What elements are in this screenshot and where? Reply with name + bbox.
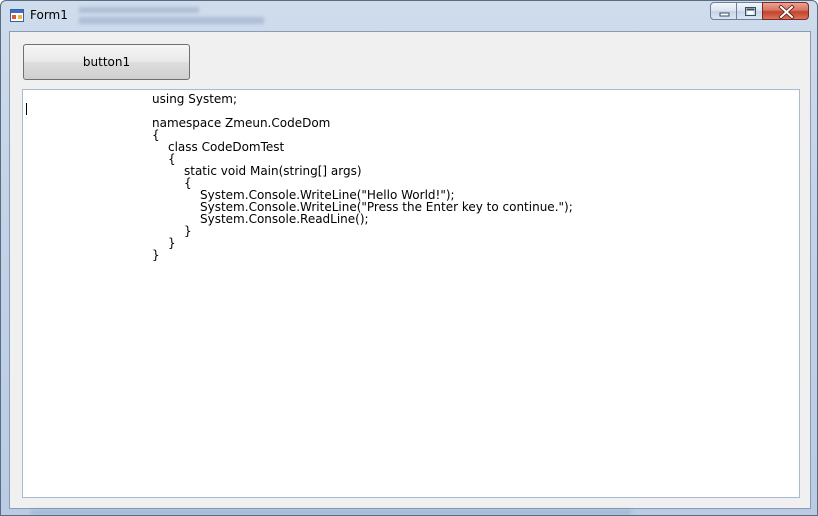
code-line: } — [168, 236, 176, 250]
title-bar[interactable]: Form1 — [1, 1, 817, 30]
button1[interactable]: button1 — [23, 44, 190, 80]
code-line: static void Main(string[] args) — [184, 164, 362, 178]
text-caret — [26, 103, 27, 115]
code-line: System.Console.ReadLine(); — [200, 212, 369, 226]
code-line: { — [152, 128, 160, 142]
minimize-icon — [719, 12, 730, 17]
code-line: { — [184, 176, 192, 190]
bottom-frame-blur — [31, 510, 631, 515]
minimize-button[interactable] — [710, 2, 737, 20]
maximize-icon — [745, 7, 756, 16]
window-title: Form1 — [30, 8, 68, 22]
form1-window: Form1 button1 using System; namespace Zm… — [0, 0, 818, 516]
code-line: } — [152, 248, 160, 262]
code-line: { — [168, 152, 176, 166]
code-line: namespace Zmeun.CodeDom — [152, 116, 331, 130]
title-bar-blur — [79, 5, 269, 27]
code-line: using System; — [152, 92, 238, 106]
code-line: } — [184, 224, 192, 238]
maximize-button[interactable] — [736, 2, 763, 20]
code-line: class CodeDomTest — [168, 140, 285, 154]
form-client-area: button1 using System; namespace Zmeun.Co… — [9, 31, 811, 509]
close-button[interactable] — [762, 2, 809, 20]
app-icon — [10, 9, 24, 22]
close-icon — [778, 4, 795, 20]
code-textbox[interactable]: using System; namespace Zmeun.CodeDom { … — [22, 89, 800, 498]
